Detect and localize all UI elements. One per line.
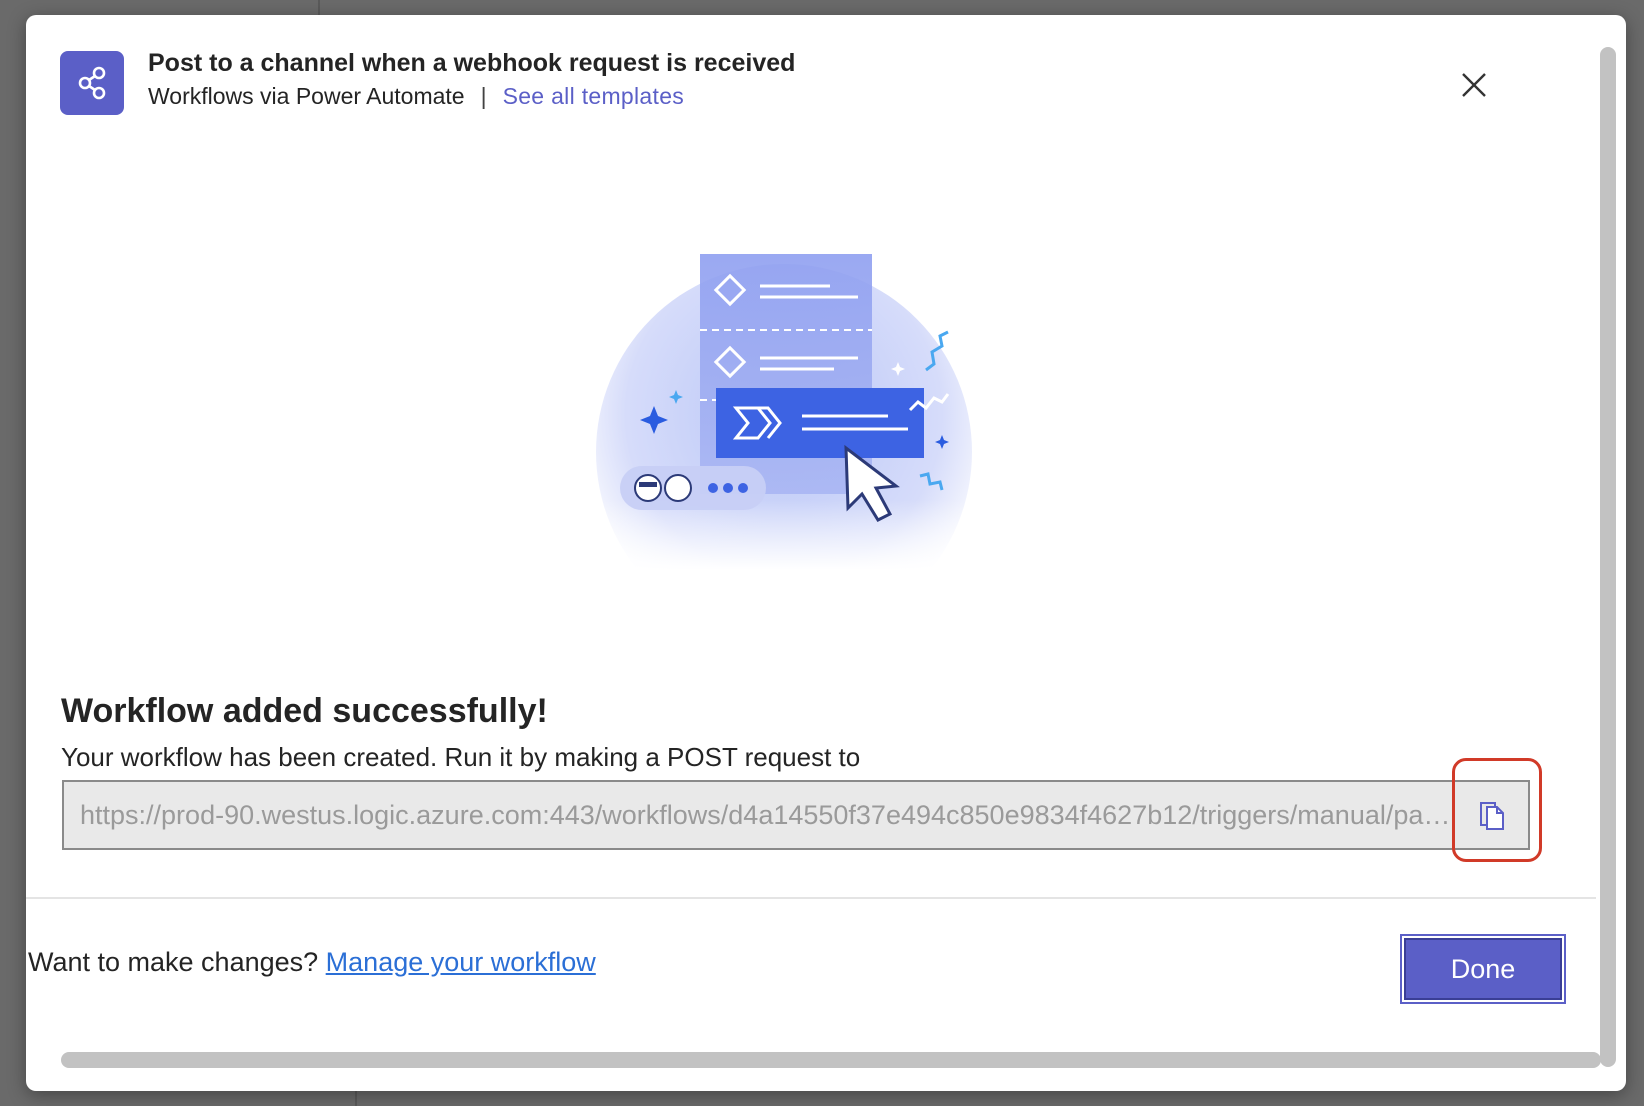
dialog-subtitle: Workflows via Power Automate | See all t… bbox=[148, 83, 684, 110]
subtitle-source: Workflows via Power Automate bbox=[148, 83, 465, 109]
workflow-dialog: Post to a channel when a webhook request… bbox=[26, 15, 1626, 1091]
manage-workflow-link[interactable]: Manage your workflow bbox=[326, 947, 596, 977]
subtitle-separator: | bbox=[480, 83, 487, 109]
vertical-scrollbar[interactable] bbox=[1600, 47, 1616, 1067]
footer-prompt-text: Want to make changes? bbox=[28, 947, 326, 977]
background-divider bbox=[355, 1091, 357, 1106]
copy-icon bbox=[1480, 802, 1504, 830]
success-title: Workflow added successfully! bbox=[61, 692, 548, 730]
footer-divider bbox=[26, 897, 1596, 899]
success-description: Your workflow has been created. Run it b… bbox=[61, 742, 861, 772]
see-all-templates-link[interactable]: See all templates bbox=[503, 83, 685, 110]
webhook-url-input[interactable] bbox=[64, 782, 1456, 848]
close-icon bbox=[1462, 73, 1486, 97]
share-nodes-icon bbox=[60, 51, 124, 115]
webhook-url-field bbox=[62, 780, 1530, 850]
background-divider bbox=[318, 0, 320, 15]
copy-url-button[interactable] bbox=[1456, 782, 1528, 848]
footer-prompt: Want to make changes? Manage your workfl… bbox=[28, 947, 596, 978]
close-button[interactable] bbox=[1454, 65, 1494, 105]
horizontal-scrollbar[interactable] bbox=[61, 1052, 1601, 1068]
workflow-illustration bbox=[596, 254, 1016, 570]
dialog-title: Post to a channel when a webhook request… bbox=[148, 49, 796, 77]
done-button[interactable]: Done bbox=[1400, 934, 1566, 1004]
